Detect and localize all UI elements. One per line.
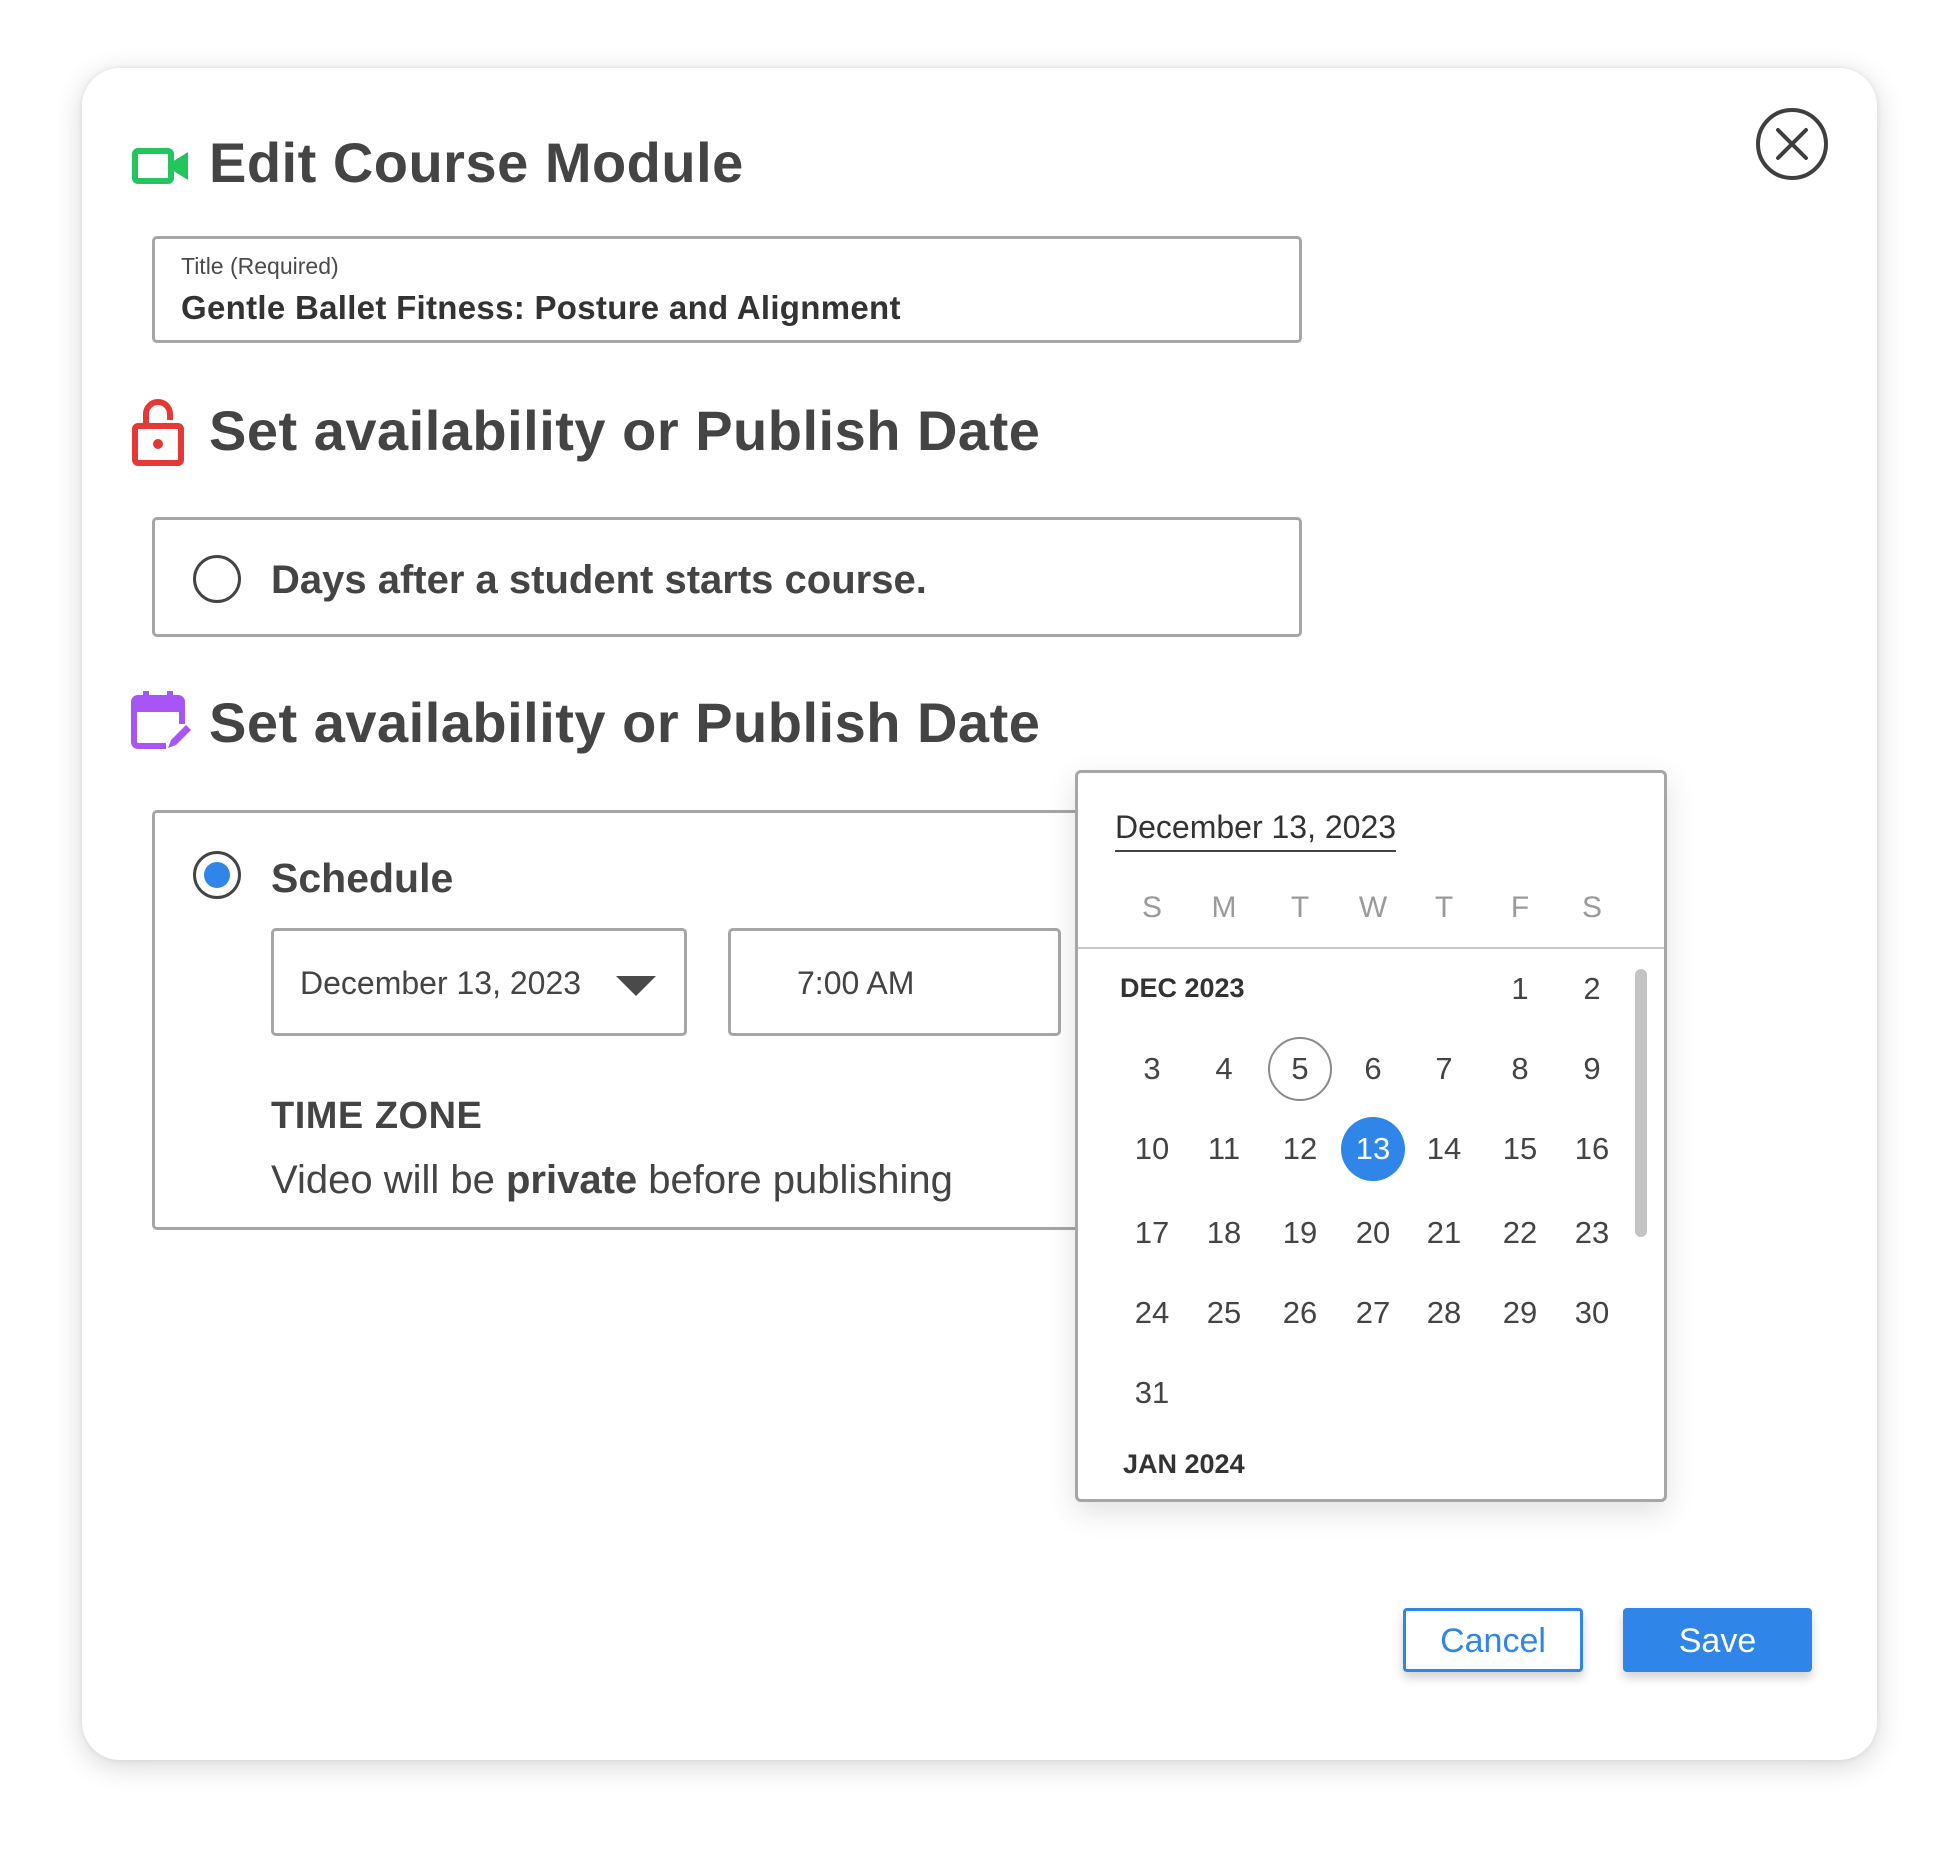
calendar-day[interactable]: 30 [1560,1281,1624,1345]
month-label: DEC 2023 [1120,973,1245,1003]
weekday-label: S [1141,891,1162,924]
publish-date-select[interactable]: December 13, 2023 [271,928,687,1036]
video-camera-icon [132,148,188,184]
cancel-button[interactable]: Cancel [1403,1608,1583,1672]
weekday-label: S [1581,891,1602,924]
calendar-day-selected[interactable]: 13 [1341,1117,1405,1181]
weekday-label: T [1290,891,1310,924]
calendar-day[interactable]: 15 [1488,1117,1552,1181]
calendar-day[interactable]: 1 [1488,957,1552,1021]
calendar-day-today[interactable]: 5 [1268,1037,1332,1101]
calendar-day[interactable]: 23 [1560,1201,1624,1265]
calendar-day[interactable]: 11 [1192,1117,1256,1181]
weekday-label: W [1358,891,1388,924]
calendar-day[interactable]: 22 [1488,1201,1552,1265]
weekday-label: F [1510,891,1530,924]
availability-heading: Set availability or Publish Date [209,399,1041,462]
calendar-day[interactable]: 28 [1412,1281,1476,1345]
calendar-day[interactable]: 31 [1120,1361,1184,1425]
publish-time-input[interactable]: 7:00 AM [728,928,1061,1036]
date-picker-popup: December 13, 2023 SMTWTFS DEC 2023 12345… [1075,770,1667,1502]
privacy-note-emphasis: private [505,1158,638,1202]
calendar-day[interactable]: 24 [1120,1281,1184,1345]
calendar-day[interactable]: 16 [1560,1117,1624,1181]
timezone-label: TIME ZONE [271,1095,483,1137]
privacy-note: Video will be private before publishing [271,1158,953,1203]
publish-date-value: December 13, 2023 [300,965,582,1001]
days-after-start-label: Days after a student starts course. [271,558,927,602]
calendar-day[interactable]: 7 [1412,1037,1476,1101]
calendar-day[interactable]: 12 [1268,1117,1332,1181]
calendar-day[interactable]: 17 [1120,1201,1184,1265]
caret-down-icon [616,976,656,996]
days-after-start-option[interactable]: Days after a student starts course. [152,517,1302,637]
picker-selected-date[interactable]: December 13, 2023 [1115,809,1397,852]
title-field-value[interactable]: Gentle Ballet Fitness: Posture and Align… [181,289,901,327]
calendar-day[interactable]: 27 [1341,1281,1405,1345]
schedule-label: Schedule [271,855,454,901]
weekday-label: M [1211,891,1237,924]
lock-open-icon [132,399,184,466]
calendar-day[interactable]: 14 [1412,1117,1476,1181]
publish-time-value: 7:00 AM [797,965,915,1001]
title-field-label: Title (Required) [181,253,339,279]
calendar-day[interactable]: 6 [1341,1037,1405,1101]
privacy-note-prefix: Video will be [271,1158,506,1202]
calendar-day[interactable]: 29 [1488,1281,1552,1345]
calendar-day[interactable]: 9 [1560,1037,1624,1101]
next-month-label: JAN 2024 [1123,1449,1245,1479]
calendar-day[interactable]: 25 [1192,1281,1256,1345]
calendar-day[interactable]: 4 [1192,1037,1256,1101]
calendar-day[interactable]: 3 [1120,1037,1184,1101]
publish-heading: Set availability or Publish Date [209,691,1041,754]
weekday-header: SMTWTFS [1078,891,1664,949]
dialog-title: Edit Course Module [209,131,744,194]
calendar-day[interactable]: 20 [1341,1201,1405,1265]
close-icon [1776,128,1808,160]
schedule-radio[interactable] [193,851,241,899]
days-after-start-radio[interactable] [193,555,241,603]
calendar-edit-icon [131,691,194,752]
weekday-label: T [1434,891,1454,924]
picker-scrollbar[interactable] [1635,969,1647,1237]
calendar-day[interactable]: 10 [1120,1117,1184,1181]
calendar-day[interactable]: 19 [1268,1201,1332,1265]
close-button[interactable] [1756,108,1828,180]
calendar-day[interactable]: 8 [1488,1037,1552,1101]
calendar-day[interactable]: 21 [1412,1201,1476,1265]
calendar-day[interactable]: 2 [1560,957,1624,1021]
calendar-day[interactable]: 18 [1192,1201,1256,1265]
calendar-day[interactable]: 26 [1268,1281,1332,1345]
privacy-note-suffix: before publishing [637,1158,953,1202]
title-field[interactable]: Title (Required) Gentle Ballet Fitness: … [152,236,1302,343]
save-button[interactable]: Save [1623,1608,1812,1672]
